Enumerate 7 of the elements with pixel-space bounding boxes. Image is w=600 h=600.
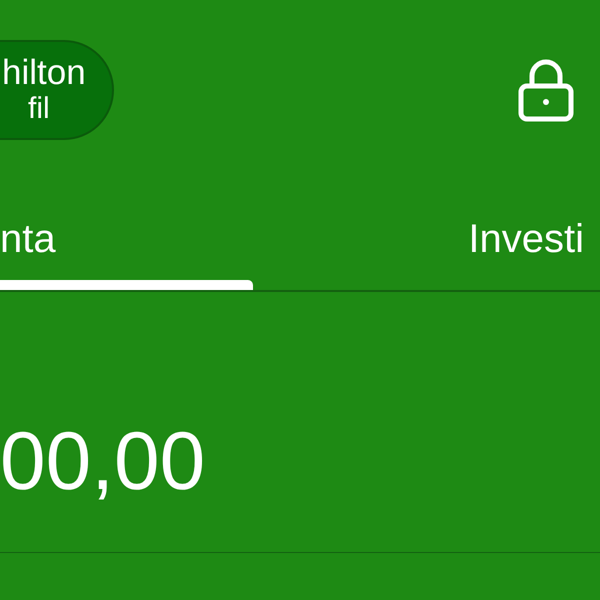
- lock-icon[interactable]: [518, 58, 574, 122]
- tab[interactable]: Investi: [468, 190, 584, 284]
- balance-amount: 00,00: [0, 417, 206, 507]
- profile-name: hilton: [2, 54, 87, 92]
- profile-button[interactable]: hilton fil: [0, 40, 114, 140]
- tab[interactable]: nta: [0, 190, 253, 290]
- profile-subtitle: fil: [27, 92, 51, 126]
